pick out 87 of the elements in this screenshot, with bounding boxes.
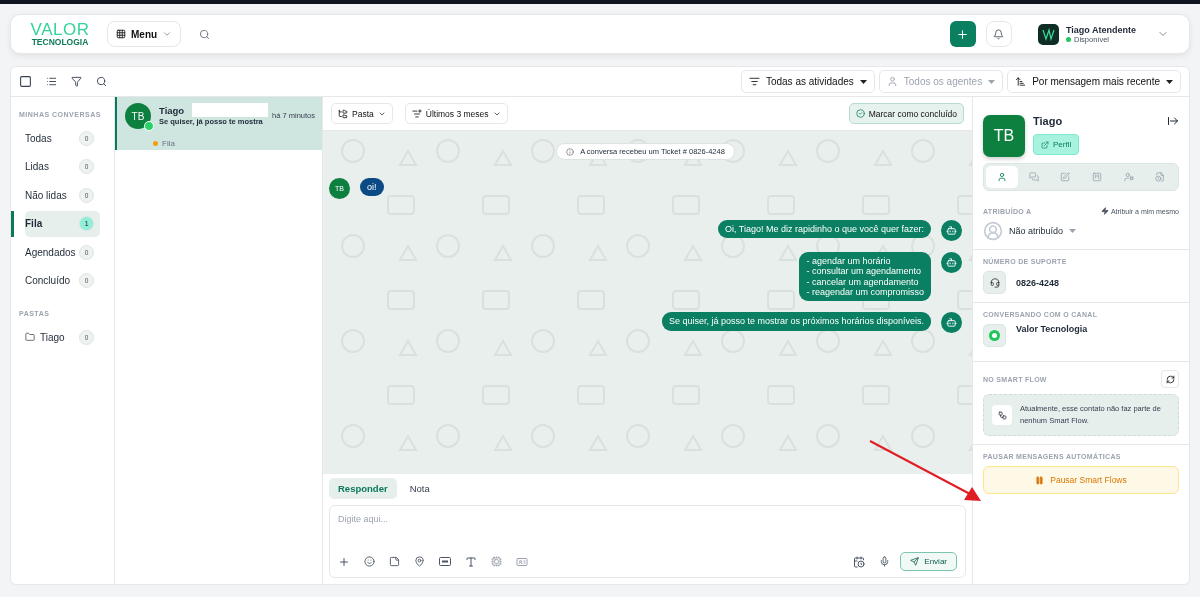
- caret-icon: [1166, 79, 1173, 84]
- item-label: Agendados: [25, 246, 76, 258]
- message-bubble: - agendar um horário - consultar um agendamento - cancelar um agendamento - reagendar um compromisso: [799, 252, 931, 302]
- contact-name: Tiago: [1033, 115, 1063, 127]
- filter-dropdown[interactable]: Pasta: [331, 103, 393, 124]
- contact-name: Tiago: [159, 104, 185, 116]
- message-bubble: oi!: [360, 178, 384, 197]
- sticker-icon[interactable]: [389, 556, 400, 567]
- external-link-icon: [1041, 140, 1049, 149]
- bot-avatar: [941, 252, 962, 273]
- logo: VALOR TECNOLOGIA: [31, 21, 89, 47]
- caret-icon: [988, 79, 996, 84]
- lightning-icon: [1100, 207, 1109, 215]
- refresh-icon: [1165, 374, 1175, 384]
- add-button[interactable]: [950, 21, 976, 47]
- user-settings-icon: [1123, 172, 1134, 182]
- composer-tab[interactable]: Responder: [329, 478, 397, 499]
- chat-icon: [1028, 172, 1039, 182]
- filter-lines-icon: [748, 76, 760, 87]
- list-icon[interactable]: [46, 76, 57, 87]
- channel-badge-icon: [144, 121, 154, 131]
- plus-icon[interactable]: [338, 555, 350, 568]
- plus-icon: [956, 27, 970, 41]
- edit-icon: [1060, 172, 1071, 182]
- item-label: Fila: [25, 218, 43, 229]
- support-number: 0826-4248: [1016, 277, 1060, 288]
- refresh-button[interactable]: [1161, 370, 1179, 388]
- person-icon: [886, 76, 898, 87]
- channel-name: Valor Tecnologia: [1016, 324, 1088, 334]
- sort-icon: [1015, 76, 1027, 87]
- item-label: Tiago: [40, 331, 65, 343]
- filter-icon: [411, 108, 422, 119]
- check-circle-icon: [855, 109, 865, 118]
- search-icon[interactable]: [199, 28, 211, 40]
- gif-icon[interactable]: [439, 557, 451, 566]
- bot-avatar: [941, 220, 962, 241]
- info-icon: [566, 147, 575, 156]
- location-icon[interactable]: [414, 556, 425, 567]
- person-tab[interactable]: [986, 166, 1018, 188]
- bot-avatar: [941, 312, 962, 334]
- message-bubble: Oi, Tiago! Me diz rapidinho o que você quer fazer:: [717, 220, 931, 239]
- message-bubble: Se quiser, já posso te mostrar os próximos horários disponíveis.: [661, 312, 931, 331]
- user-avatar: [1038, 23, 1059, 45]
- filter-dropdown[interactable]: Por mensagem mais recente: [1007, 70, 1181, 93]
- select-all-checkbox[interactable]: [19, 75, 32, 88]
- person-icon: [996, 172, 1007, 182]
- item-label: Concluído: [25, 275, 71, 286]
- notifications-button[interactable]: [986, 21, 1012, 47]
- search-icon[interactable]: [96, 76, 107, 87]
- user-name: Tiago Atendente: [1066, 24, 1136, 35]
- message-field[interactable]: Digite aqui... Enviar: [329, 505, 966, 578]
- headset-icon: [983, 271, 1006, 294]
- collapse-panel-icon[interactable]: [1167, 115, 1179, 127]
- chevron-icon: [162, 29, 173, 39]
- item-label: Todas: [25, 132, 52, 144]
- folder-tree-icon: [338, 108, 348, 119]
- schedule-icon[interactable]: [853, 555, 866, 568]
- item-label: Lidas: [25, 161, 49, 172]
- send-button[interactable]: Enviar: [900, 552, 957, 571]
- contact-avatar: TB: [983, 115, 1025, 157]
- caret-icon: [1069, 229, 1077, 233]
- card-icon[interactable]: [516, 555, 528, 568]
- assignee-dropdown[interactable]: Não atribuído: [1009, 226, 1077, 236]
- send-icon: [910, 557, 920, 566]
- user-avatar: [983, 221, 1003, 241]
- mark-complete-button[interactable]: Marcar como concluído: [848, 103, 964, 124]
- workflow-icon: [992, 405, 1012, 425]
- bell-icon: [993, 28, 1005, 40]
- filter-icon[interactable]: [71, 76, 82, 87]
- ai-chip-icon[interactable]: [491, 556, 502, 567]
- pause-icon: [1035, 475, 1045, 485]
- microphone-icon[interactable]: [879, 556, 891, 567]
- file-clock-icon: [1155, 172, 1166, 182]
- grid-icon: [116, 29, 126, 39]
- folder-icon: [25, 332, 35, 342]
- contact-avatar: TB: [125, 103, 151, 129]
- item-label: Não lidas: [25, 189, 67, 201]
- composer-tab[interactable]: Nota: [400, 478, 439, 499]
- filter-dropdown[interactable]: Últimos 3 meses: [404, 103, 508, 124]
- filter-dropdown[interactable]: Todas as atividades: [740, 70, 875, 93]
- emoji-icon[interactable]: [364, 556, 375, 567]
- profile-button[interactable]: Perfil: [1033, 134, 1080, 155]
- text-icon[interactable]: [465, 555, 477, 568]
- caret-icon: [859, 79, 867, 84]
- status-label: Fila: [162, 138, 175, 148]
- menu-button[interactable]: Menu: [107, 21, 182, 47]
- board-icon: [1091, 172, 1102, 182]
